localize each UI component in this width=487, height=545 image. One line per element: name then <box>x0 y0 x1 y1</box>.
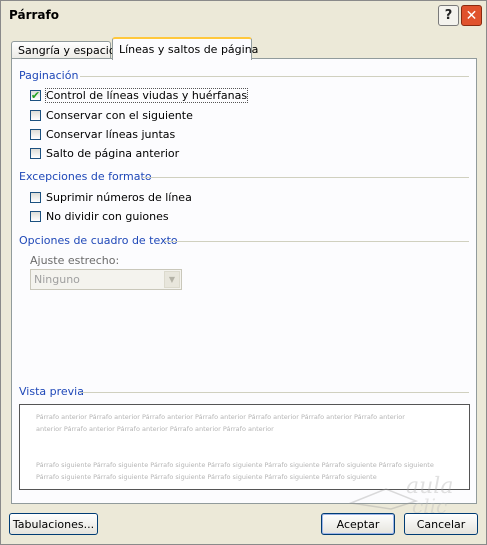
checkbox-conservar-siguiente[interactable]: Conservar con el siguiente <box>30 109 193 122</box>
divider <box>142 177 469 178</box>
checkmark-icon: ✔ <box>30 89 41 102</box>
checkbox-no-dividir-guiones[interactable]: No dividir con guiones <box>30 210 169 223</box>
checkbox-salto-pagina-anterior[interactable]: Salto de página anterior <box>30 147 179 160</box>
section-vista-previa-heading: Vista previa <box>19 385 84 398</box>
cancelar-button[interactable]: Cancelar <box>404 513 478 535</box>
tab-panel: Paginación ✔ Control de líneas viudas y … <box>11 58 477 504</box>
checkbox-box[interactable] <box>30 148 41 159</box>
chevron-down-icon[interactable]: ▼ <box>164 271 180 288</box>
checkbox-box[interactable]: ✔ <box>30 90 41 101</box>
close-icon: ✕ <box>465 7 478 24</box>
aceptar-button[interactable]: Aceptar <box>321 513 395 535</box>
preview-text-siguiente: Párrafo siguiente Párrafo siguiente Párr… <box>36 461 434 469</box>
section-paginacion-heading: Paginación <box>19 69 79 82</box>
tab-lineas-saltos[interactable]: Líneas y saltos de página <box>112 37 258 60</box>
checkbox-label: Salto de página anterior <box>46 147 180 160</box>
help-icon: ? <box>444 8 453 23</box>
checkbox-label: Conservar con el siguiente <box>46 109 193 122</box>
checkbox-control-lineas-viudas[interactable]: ✔ Control de líneas viudas y huérfanas <box>30 88 249 103</box>
close-button[interactable]: ✕ <box>461 5 482 26</box>
checkbox-label: Control de líneas viudas y huérfanas <box>44 88 249 103</box>
preview-text-anterior: anterior Párrafo anterior Párrafo anteri… <box>36 425 274 433</box>
select-value: Ninguno <box>34 273 80 286</box>
checkbox-label: Suprimir números de línea <box>46 191 192 204</box>
ajuste-estrecho-label: Ajuste estrecho: <box>30 254 120 267</box>
checkbox-conservar-lineas-juntas[interactable]: Conservar líneas juntas <box>30 128 175 141</box>
button-label: Cancelar <box>416 517 466 531</box>
button-label: Aceptar <box>336 517 380 531</box>
help-button[interactable]: ? <box>438 5 459 26</box>
parrafo-dialog: Párrafo ? ✕ Sangría y espacio Líneas y s… <box>0 0 487 545</box>
checkbox-box[interactable] <box>30 110 41 121</box>
checkbox-box[interactable] <box>30 211 41 222</box>
aulaclic-watermark-logo: aula clic <box>348 474 453 516</box>
checkbox-box[interactable] <box>30 129 41 140</box>
divider <box>80 76 469 77</box>
divider <box>164 241 469 242</box>
section-cuadro-texto-heading: Opciones de cuadro de texto <box>19 234 178 247</box>
checkbox-label: Conservar líneas juntas <box>46 128 176 141</box>
preview-text-anterior: Párrafo anterior Párrafo anterior Párraf… <box>36 413 405 421</box>
tabulaciones-button[interactable]: Tabulaciones... <box>9 513 98 535</box>
tab-sangria-espacio[interactable]: Sangría y espacio <box>11 41 116 58</box>
button-label: Tabulaciones... <box>12 517 95 531</box>
title-bar[interactable]: Párrafo ? ✕ <box>1 1 486 30</box>
checkbox-box[interactable] <box>30 192 41 203</box>
section-excepciones-heading: Excepciones de formato <box>19 170 152 183</box>
checkbox-suprimir-numeros[interactable]: Suprimir números de línea <box>30 191 192 204</box>
checkbox-label: No dividir con guiones <box>46 210 169 223</box>
divider <box>80 392 469 393</box>
ajuste-estrecho-select[interactable]: Ninguno ▼ <box>30 269 182 290</box>
dialog-title: Párrafo <box>9 8 59 22</box>
